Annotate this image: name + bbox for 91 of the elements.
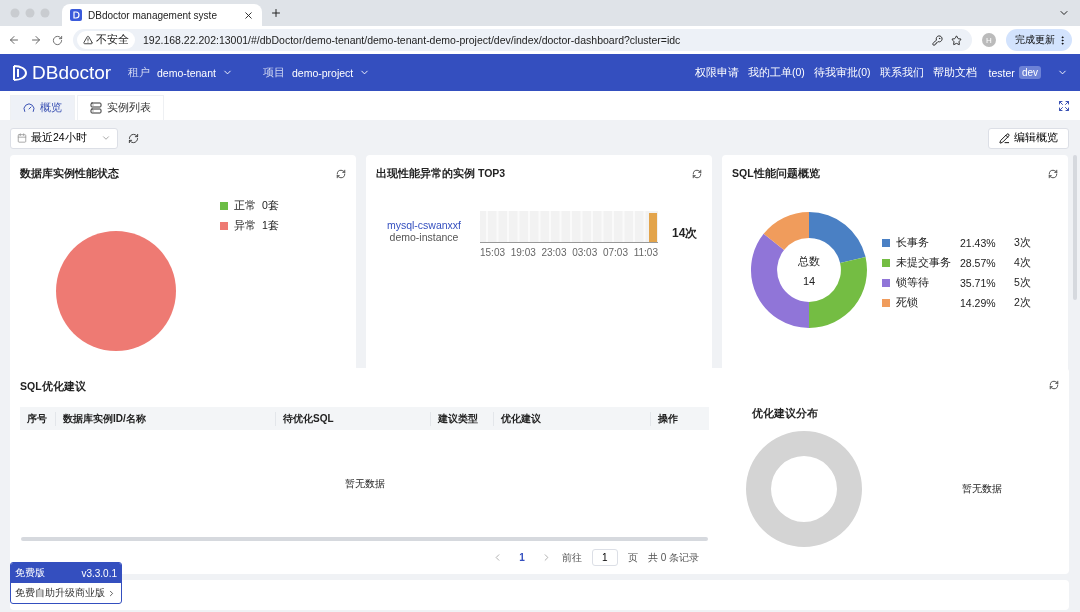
user-name[interactable]: tester <box>988 66 1015 79</box>
refresh-icon[interactable] <box>1049 380 1059 390</box>
legend-percent: 28.57% <box>960 257 997 269</box>
page-tab[interactable]: 实例列表 <box>77 95 164 120</box>
legend-percent: 14.29% <box>960 297 997 309</box>
instance-description: demo-instance <box>389 231 459 243</box>
pencil-icon <box>999 132 1010 144</box>
legend-percent: 35.71% <box>960 277 997 289</box>
address-bar[interactable]: 不安全 192.168.22.202:13001/#/dbDoctor/demo-tenant/demo-tenant-demo-project/dev/index/doctor-dashboard?cluster=idc <box>73 29 972 51</box>
reload-icon[interactable] <box>52 34 63 46</box>
app-favicon-icon <box>70 9 82 21</box>
refresh-icon[interactable] <box>336 169 346 179</box>
legend-label: 正常 <box>234 199 256 213</box>
close-icon[interactable] <box>243 9 254 21</box>
empty-message: 暂无数据 <box>962 482 1002 496</box>
axis-label: 03:03 <box>572 247 598 258</box>
gauge-icon <box>23 102 35 114</box>
browser-tab[interactable]: DBdoctor management syste <box>62 4 262 26</box>
column-header: 建议类型 <box>430 411 493 426</box>
chevron-icon <box>107 588 116 598</box>
axis-label: 11:03 <box>633 247 658 258</box>
refresh-icon[interactable] <box>128 132 139 144</box>
page-tab[interactable]: 概览 <box>10 95 75 120</box>
axis-label: 23:03 <box>541 247 567 258</box>
nav-link[interactable]: 联系我们 <box>879 65 924 80</box>
refresh-icon[interactable] <box>692 169 702 179</box>
nav-link[interactable]: 我的工单(0) <box>747 65 805 80</box>
legend-count: 2次 <box>1014 296 1032 310</box>
refresh-icon[interactable] <box>1048 169 1058 179</box>
axis-label: 19:03 <box>510 247 536 258</box>
legend-count: 1套 <box>262 219 279 233</box>
forward-icon[interactable] <box>30 34 42 46</box>
project-label: 项目 <box>262 65 285 80</box>
page-number[interactable]: 1 <box>513 552 531 563</box>
legend-percent: 21.43% <box>960 237 997 249</box>
legend-count: 0套 <box>262 199 279 213</box>
empty-message: 暂无数据 <box>344 476 385 491</box>
card-title: 出现性能异常的实例 TOP3 <box>376 167 506 181</box>
legend-count: 3次 <box>1014 236 1032 250</box>
donut-center-value: 14 <box>802 274 816 287</box>
app-logo: DBdoctor <box>12 61 128 84</box>
axis-label: 15:03 <box>480 247 506 258</box>
card-title: 数据库实例性能状态 <box>20 167 119 181</box>
chart-title: 优化建议分布 <box>752 407 819 421</box>
key-icon[interactable] <box>932 34 943 46</box>
project-select[interactable]: demo-project <box>291 66 371 79</box>
security-chip[interactable]: 不安全 <box>77 31 135 49</box>
page-input[interactable]: 1 <box>591 549 618 566</box>
server-icon <box>90 102 102 114</box>
calendar-icon <box>17 133 27 143</box>
card-title: SQL优化建议 <box>20 380 87 394</box>
column-header: 优化建议 <box>493 411 650 426</box>
security-label: 不安全 <box>96 33 129 47</box>
legend-label: 未提交事务 <box>896 256 952 270</box>
new-tab-icon[interactable] <box>270 7 282 19</box>
tenant-label: 租户 <box>128 65 150 80</box>
star-icon[interactable] <box>951 34 962 46</box>
total-count: 共 0 条记录 <box>647 550 699 565</box>
legend-label: 锁等待 <box>896 276 930 290</box>
instance-link[interactable]: mysql-cswanxxf <box>386 219 462 231</box>
legend-label: 长事务 <box>896 236 930 250</box>
column-header: 操作 <box>650 411 709 426</box>
legend-label: 死锁 <box>896 296 919 310</box>
nav-link[interactable]: 权限申请 <box>694 65 739 80</box>
donut-center-label: 总数 <box>798 253 820 269</box>
fullscreen-icon[interactable] <box>1058 99 1070 112</box>
nav-link[interactable]: 帮助文档 <box>932 65 977 80</box>
legend-label: 异常 <box>234 219 256 233</box>
caret-icon <box>101 133 111 143</box>
card-title: SQL性能问题概览 <box>732 167 820 181</box>
column-header: 序号 <box>26 411 48 426</box>
legend-count: 4次 <box>1014 256 1032 270</box>
update-button[interactable]: 完成更新 <box>1006 29 1072 51</box>
legend-count: 5次 <box>1014 276 1032 290</box>
page-suffix: 页 <box>627 550 638 565</box>
nav-link[interactable]: 待我审批(0) <box>813 65 871 80</box>
env-badge: dev <box>1018 66 1041 79</box>
upgrade-link[interactable]: 免费自助升级商业版 <box>11 583 121 603</box>
time-range-select[interactable]: 最近24小时 <box>10 127 118 149</box>
warning-icon <box>83 35 93 45</box>
horizontal-scrollbar[interactable] <box>21 537 708 541</box>
goto-label: 前往 <box>561 550 582 565</box>
column-header: 待优化SQL <box>275 411 430 426</box>
back-icon[interactable] <box>8 34 20 46</box>
tenant-select[interactable]: demo-tenant <box>157 66 233 79</box>
edition-label: 免费版 <box>15 566 45 580</box>
version-label: v3.3.0.1 <box>81 567 117 579</box>
axis-label: 07:03 <box>602 247 628 258</box>
edit-button[interactable]: 编辑概览 <box>988 127 1069 149</box>
anomaly-count: 14次 <box>672 225 698 242</box>
column-header: 数据库实例ID/名称 <box>55 411 275 426</box>
